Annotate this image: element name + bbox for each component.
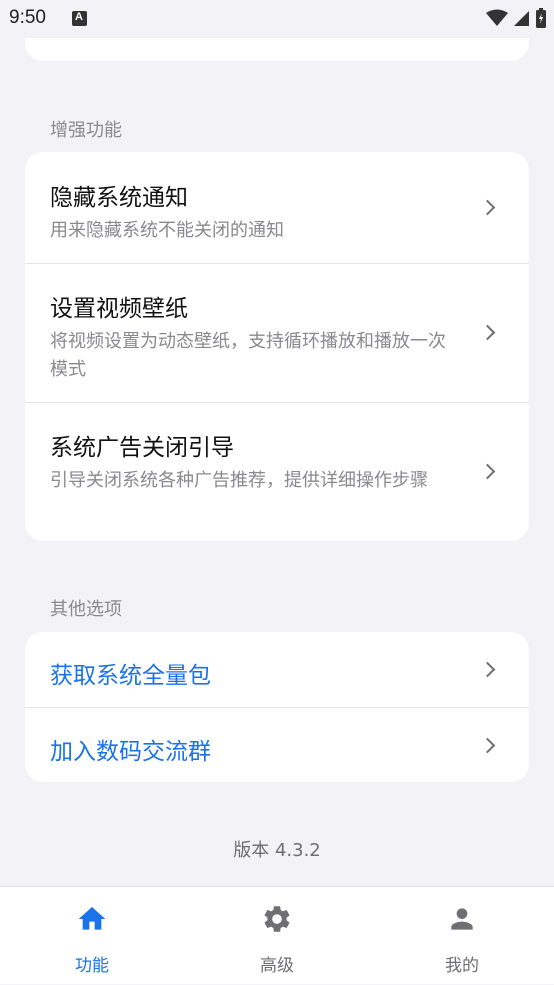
person-icon <box>451 908 473 930</box>
notification-icon <box>72 11 87 26</box>
nav-tab-me[interactable]: 我的 <box>370 887 554 985</box>
signal-icon <box>514 11 529 26</box>
item-title: 系统广告关闭引导 <box>50 435 234 461</box>
chevron-right-icon <box>479 324 496 341</box>
chevron-right-icon <box>479 737 496 754</box>
nav-label: 高级 <box>260 956 294 976</box>
chevron-right-icon <box>479 661 496 678</box>
enhanced-features-card: 隐藏系统通知 用来隐藏系统不能关闭的通知 设置视频壁纸 将视频设置为动态壁纸，支… <box>25 152 529 541</box>
gear-icon <box>264 906 290 932</box>
bottom-navigation: 功能 高级 我的 <box>0 886 554 984</box>
version-label: 版本 4.3.2 <box>233 840 321 861</box>
wifi-icon <box>486 9 508 26</box>
chevron-right-icon <box>479 199 496 216</box>
other-options-card: 获取系统全量包 加入数码交流群 <box>25 632 529 782</box>
item-description: 将视频设置为动态壁纸，支持循环播放和播放一次模式 <box>50 331 446 380</box>
nav-label: 功能 <box>75 956 109 976</box>
list-item-video-wallpaper[interactable]: 设置视频壁纸 将视频设置为动态壁纸，支持循环播放和播放一次模式 <box>25 264 529 403</box>
list-item-full-package[interactable]: 获取系统全量包 <box>25 632 529 708</box>
nav-label: 我的 <box>445 956 479 976</box>
status-icons <box>486 8 546 28</box>
nav-tab-advanced[interactable]: 高级 <box>185 887 369 985</box>
item-title: 设置视频壁纸 <box>50 296 188 322</box>
main-scroll-area[interactable]: 增强功能 隐藏系统通知 用来隐藏系统不能关闭的通知 设置视频壁纸 将视频设置为动… <box>0 0 554 886</box>
item-link-title[interactable]: 获取系统全量包 <box>50 656 211 690</box>
nav-tab-features[interactable]: 功能 <box>0 887 184 985</box>
section-title-enhanced: 增强功能 <box>50 120 122 141</box>
battery-icon <box>536 8 546 28</box>
status-bar: 9:50 <box>0 0 554 38</box>
list-item-hide-notifications[interactable]: 隐藏系统通知 用来隐藏系统不能关闭的通知 <box>25 152 529 264</box>
home-icon <box>78 907 106 930</box>
chevron-right-icon <box>479 463 496 480</box>
item-link-title[interactable]: 加入数码交流群 <box>50 732 211 766</box>
item-title: 隐藏系统通知 <box>50 185 188 211</box>
section-title-other: 其他选项 <box>50 599 122 620</box>
list-item-ad-guide[interactable]: 系统广告关闭引导 引导关闭系统各种广告推荐，提供详细操作步骤 <box>25 403 529 541</box>
item-description: 用来隐藏系统不能关闭的通知 <box>50 220 284 241</box>
status-time: 9:50 <box>9 7 46 28</box>
item-description: 引导关闭系统各种广告推荐，提供详细操作步骤 <box>50 470 428 491</box>
list-item-join-group[interactable]: 加入数码交流群 <box>25 708 529 782</box>
